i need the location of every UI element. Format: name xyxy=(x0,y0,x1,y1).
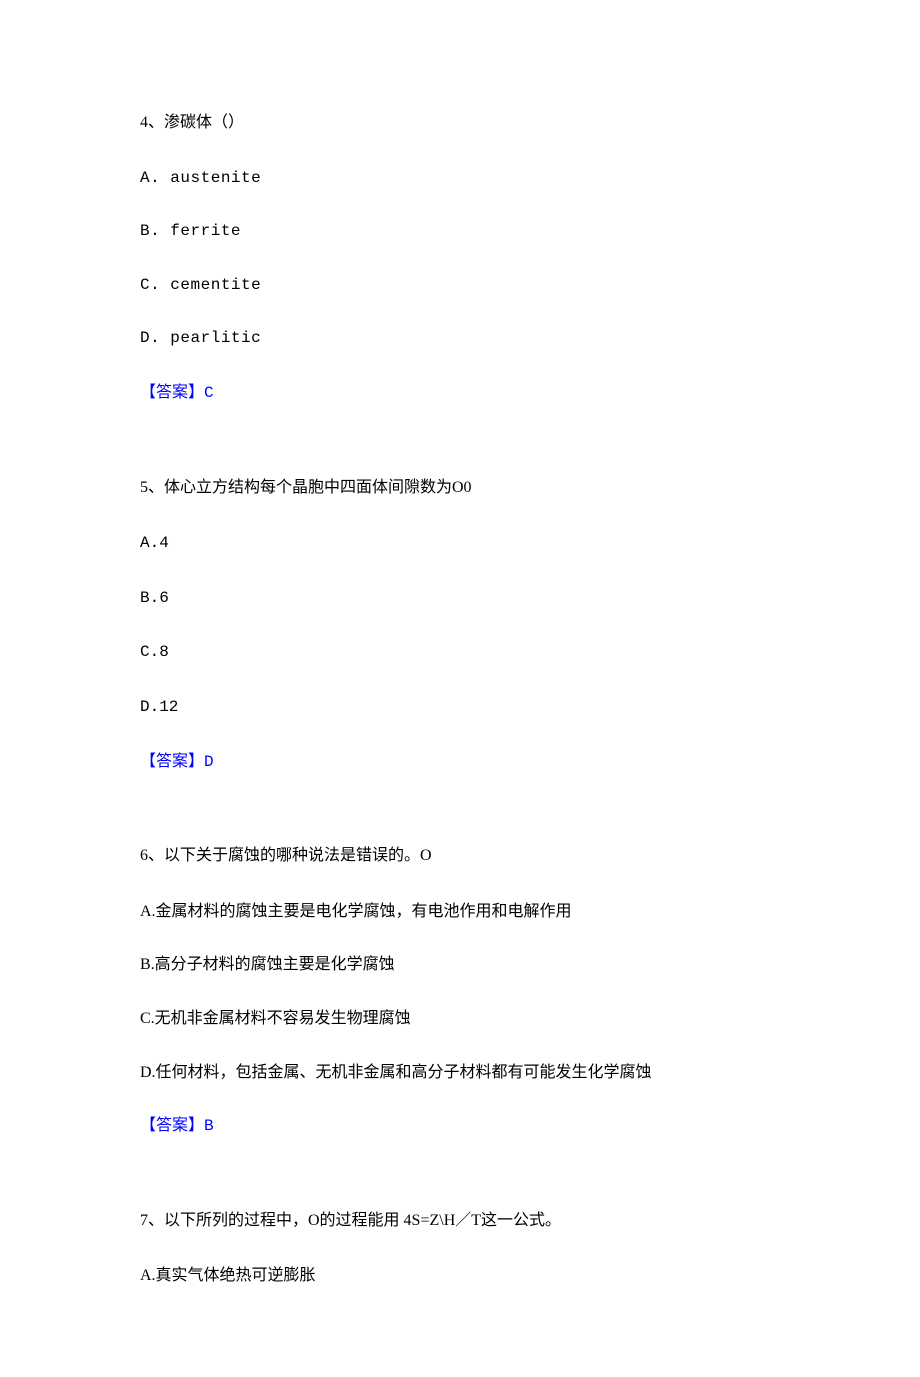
q4-option-b: B. ferrite xyxy=(140,219,780,245)
q6-option-b: B.高分子材料的腐蚀主要是化学腐蚀 xyxy=(140,952,780,978)
q5-option-a: A.4 xyxy=(140,530,780,557)
q5-answer: 【答案】D xyxy=(140,749,780,776)
q5-option-c: C.8 xyxy=(140,639,780,666)
q7-option-a: A.真实气体绝热可逆膨胀 xyxy=(140,1263,780,1289)
q4-answer-value: C xyxy=(204,384,214,402)
q4-option-d: D. pearlitic xyxy=(140,326,780,352)
spacer xyxy=(140,1168,780,1208)
q5-option-b: B.6 xyxy=(140,585,780,612)
q6-option-d: D.任何材料，包括金属、无机非金属和高分子材料都有可能发生化学腐蚀 xyxy=(140,1060,780,1086)
q7-text: 7、以下所列的过程中，O的过程能用 4S=Z\H／T这一公式。 xyxy=(140,1208,780,1234)
q5-answer-label: 【答案】 xyxy=(140,753,204,770)
q5-text: 5、体心立方结构每个晶胞中四面体间隙数为O0 xyxy=(140,475,780,501)
question-5: 5、体心立方结构每个晶胞中四面体间隙数为O0 A.4 B.6 C.8 D.12 … xyxy=(140,475,780,776)
spacer xyxy=(140,435,780,475)
q4-answer: 【答案】C xyxy=(140,380,780,407)
q6-answer-label: 【答案】 xyxy=(140,1117,204,1134)
question-4: 4、渗碳体（） A. austenite B. ferrite C. cemen… xyxy=(140,110,780,407)
q5-option-d: D.12 xyxy=(140,694,780,721)
q4-answer-label: 【答案】 xyxy=(140,384,204,401)
q6-answer: 【答案】B xyxy=(140,1113,780,1140)
q6-option-c: C.无机非金属材料不容易发生物理腐蚀 xyxy=(140,1006,780,1032)
q5-answer-value: D xyxy=(204,753,214,771)
q4-text: 4、渗碳体（） xyxy=(140,110,780,136)
q6-text: 6、以下关于腐蚀的哪种说法是错误的。O xyxy=(140,843,780,869)
spacer xyxy=(140,803,780,843)
question-7: 7、以下所列的过程中，O的过程能用 4S=Z\H／T这一公式。 A.真实气体绝热… xyxy=(140,1208,780,1289)
q4-option-a: A. austenite xyxy=(140,166,780,192)
question-6: 6、以下关于腐蚀的哪种说法是错误的。O A.金属材料的腐蚀主要是电化学腐蚀，有电… xyxy=(140,843,780,1140)
q6-option-a: A.金属材料的腐蚀主要是电化学腐蚀，有电池作用和电解作用 xyxy=(140,899,780,925)
q6-answer-value: B xyxy=(204,1117,214,1135)
q4-option-c: C. cementite xyxy=(140,273,780,299)
